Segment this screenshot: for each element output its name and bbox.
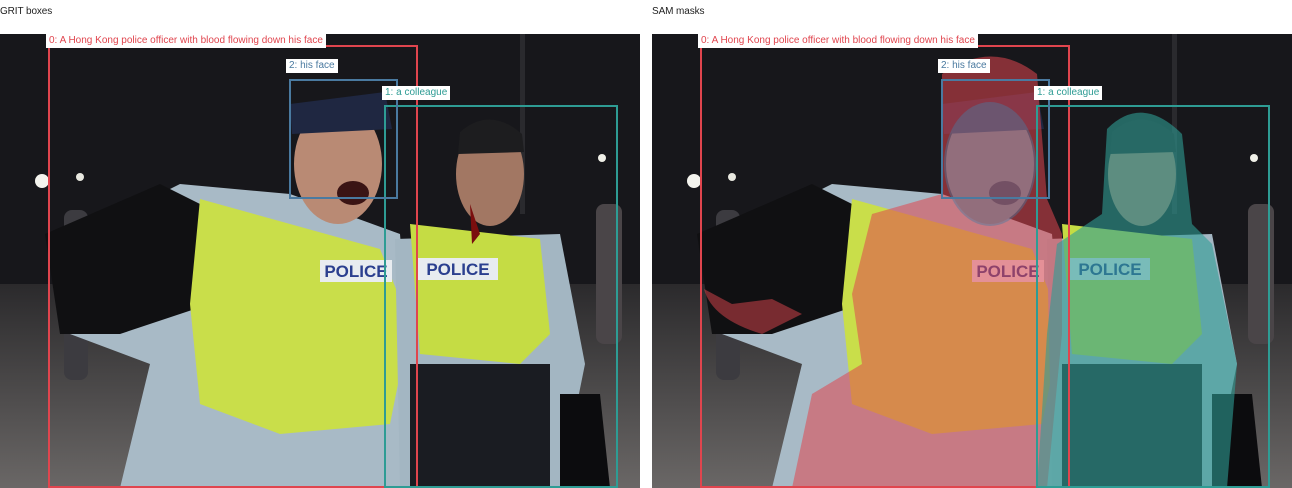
right-panel-title: SAM masks xyxy=(652,6,705,17)
sam-label-officer: 0: A Hong Kong police officer with blood… xyxy=(698,34,978,48)
grit-label-officer: 0: A Hong Kong police officer with blood… xyxy=(46,34,326,48)
sam-label-face: 2: his face xyxy=(938,59,990,73)
left-panel-title: GRIT boxes xyxy=(0,6,53,17)
grit-label-face: 2: his face xyxy=(286,59,338,73)
grit-box-colleague xyxy=(384,105,618,488)
sam-box-colleague xyxy=(1036,105,1270,488)
sam-masks-image: POLICE POLICE 0: A Hong Kong police offi… xyxy=(652,34,1292,488)
grit-label-colleague: 1: a colleague xyxy=(382,86,451,100)
sam-label-colleague: 1: a colleague xyxy=(1034,86,1103,100)
grit-boxes-image: POLICE POLICE 0: A Hong Kong police offi… xyxy=(0,34,640,488)
